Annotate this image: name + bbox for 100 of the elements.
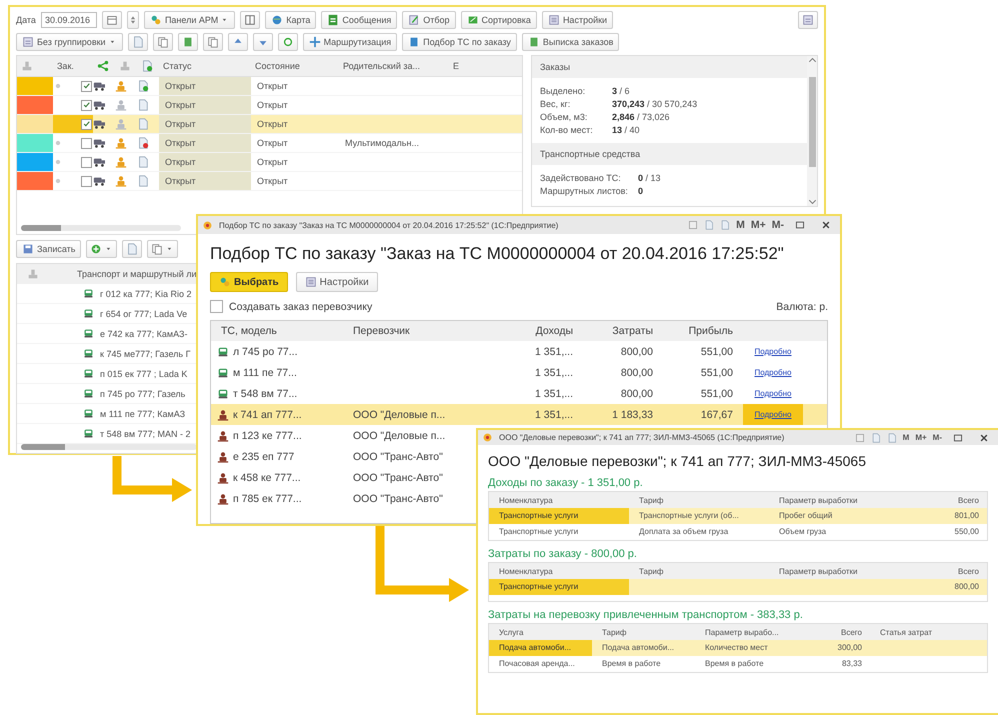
- filter-button[interactable]: Отбор: [402, 11, 456, 29]
- copy-button[interactable]: [202, 33, 223, 51]
- document-button[interactable]: [128, 33, 148, 51]
- details-link[interactable]: Подробно: [743, 368, 803, 377]
- scrollbar[interactable]: [21, 444, 197, 450]
- table-row[interactable]: Транспортные услуги Доплата за объем груза Объем груза 550,00: [489, 524, 987, 540]
- table-cell-text: м 111 пе 77...: [233, 366, 298, 378]
- table-row[interactable]: к 458 ке 777... ООО "Транс-Авто": [211, 467, 473, 488]
- checkbox[interactable]: [81, 138, 92, 148]
- table-row[interactable]: Открыт Открыт: [17, 172, 522, 191]
- routing-button[interactable]: Маршрутизация: [302, 33, 398, 51]
- table-row[interactable]: Почасовая аренда... Время в работе Время в работе 83,33: [489, 656, 987, 672]
- details-link[interactable]: Подробно: [743, 389, 803, 398]
- scrollbar[interactable]: [21, 225, 181, 231]
- memory-button[interactable]: M-: [772, 219, 784, 231]
- refresh-icon: [282, 36, 294, 48]
- table-cell: г 654 ог 777; Lada Ve: [100, 308, 188, 318]
- table-row[interactable]: Подача автомоби... Подача автомоби... Количество мест 300,00: [489, 640, 987, 656]
- messages-button[interactable]: Сообщения: [321, 11, 398, 29]
- table-row[interactable]: л 745 ро 77... 1 351,... 800,00 551,00 Подробно: [211, 341, 827, 362]
- table-cell-text: Открыт: [256, 138, 289, 148]
- table-row[interactable]: Открыт Открыт Мультимодальн...: [17, 134, 522, 153]
- settings-button[interactable]: [798, 11, 818, 29]
- document-button[interactable]: [122, 240, 142, 258]
- table-row[interactable]: Открыт Открыт: [17, 115, 522, 134]
- memory-button[interactable]: M: [736, 219, 745, 231]
- checkbox[interactable]: [210, 300, 223, 313]
- table-row[interactable]: Транспортные услуги Транспортные услуги (об... Пробег общий 801,00: [489, 508, 987, 524]
- summary-value: 370,243 / 30 570,243: [612, 99, 698, 109]
- table-cell-text: 800,00: [620, 366, 654, 378]
- memory-button[interactable]: M+: [750, 219, 766, 231]
- sort-button[interactable]: Сортировка: [460, 11, 537, 29]
- column-header: Номенклатура: [498, 496, 554, 504]
- checkbox[interactable]: [81, 156, 92, 168]
- settings-button[interactable]: Настройки: [296, 272, 378, 292]
- checkbox[interactable]: [81, 100, 92, 110]
- document-button[interactable]: [178, 33, 198, 51]
- grouping-button[interactable]: Без группировки: [16, 33, 123, 51]
- table-row[interactable]: п 123 ке 777... ООО "Деловые п...: [211, 425, 473, 446]
- table-cell-text: 1 183,33: [611, 408, 654, 420]
- table-row[interactable]: е 235 еп 777 ООО "Транс-Авто": [211, 446, 473, 467]
- window-icon: [854, 432, 865, 442]
- orders-statement-button[interactable]: Выписка заказов: [522, 33, 620, 51]
- move-up-button[interactable]: [228, 33, 248, 51]
- table-cell-text: ООО "Деловые п...: [353, 408, 446, 420]
- checkbox-label: Создавать заказ перевозчику: [229, 300, 372, 312]
- column-header: Номенклатура: [498, 566, 554, 576]
- table-row[interactable]: Транспортные услуги 800,00: [489, 579, 987, 595]
- calendar-button[interactable]: [102, 11, 122, 29]
- settings-button[interactable]: Настройки: [542, 11, 614, 29]
- details-link[interactable]: Подробно: [743, 347, 803, 356]
- bus-icon: [83, 288, 94, 299]
- table-row[interactable]: Открыт Открыт: [17, 77, 522, 96]
- document-button[interactable]: [147, 240, 178, 258]
- table-row[interactable]: т 548 вм 77... 1 351,... 800,00 551,00 Подробно: [211, 383, 827, 404]
- list-icon: [802, 14, 814, 26]
- section-title: Затраты по заказу - 800,00 р.: [487, 547, 638, 562]
- summary-value: 0 / 13: [638, 173, 662, 183]
- memory-button[interactable]: M-: [932, 433, 942, 442]
- table-row[interactable]: п 785 ек 777... ООО "Транс-Авто": [211, 488, 473, 509]
- table-cell-text: Открыт: [256, 176, 289, 186]
- save-button[interactable]: Записать: [16, 240, 82, 258]
- table-row[interactable]: к 741 ап 777... ООО "Деловые п... 1 351,... 1 183,33 167,67 Подробно: [211, 404, 827, 425]
- column-header: Всего: [957, 566, 980, 576]
- table-row[interactable]: м 111 пе 77... 1 351,... 800,00 551,00 Подробно: [211, 362, 827, 383]
- map-button[interactable]: Карта: [265, 11, 316, 29]
- table-cell: Открыт: [159, 96, 251, 114]
- checkbox[interactable]: [81, 80, 92, 92]
- table-cell: Открыт: [159, 115, 251, 133]
- spin-button[interactable]: [126, 11, 139, 29]
- refresh-button[interactable]: [278, 33, 298, 51]
- table-cell-text: Объем груза: [778, 526, 828, 538]
- table-cell-text: к 458 ке 777...: [233, 472, 302, 484]
- summary-label: Маршрутных листов:: [540, 186, 629, 196]
- details-link[interactable]: Подробно: [743, 404, 803, 425]
- table-row[interactable]: Открыт Открыт: [17, 153, 522, 172]
- restore-icon: [795, 220, 805, 230]
- panel-icon: [150, 14, 162, 26]
- column-header: Доходы: [534, 325, 574, 337]
- add-button[interactable]: [86, 240, 118, 258]
- scrollbar[interactable]: [807, 56, 817, 206]
- bus-icon: [83, 328, 94, 339]
- column-header: Прибыль: [688, 325, 734, 337]
- memory-button[interactable]: M: [902, 433, 910, 442]
- memory-button[interactable]: M+: [915, 433, 927, 442]
- move-down-button[interactable]: [252, 33, 273, 51]
- table-cell-text: Открыт: [256, 157, 289, 167]
- select-button[interactable]: Выбрать: [210, 272, 288, 292]
- vehicle-selection-button[interactable]: Подбор ТС по заказу: [402, 33, 517, 51]
- table-cell: Открыт: [159, 77, 251, 95]
- app-icon: [202, 220, 213, 230]
- copy-button[interactable]: [152, 33, 173, 51]
- panels-button[interactable]: Панели АРМ: [144, 11, 236, 29]
- summary-label: Вес, кг:: [540, 99, 572, 109]
- checkbox[interactable]: [81, 118, 92, 130]
- copy-icon: [206, 36, 219, 48]
- date-field[interactable]: 30.09.2016: [40, 12, 97, 28]
- checkbox[interactable]: [81, 176, 92, 186]
- columns-button[interactable]: [240, 11, 260, 29]
- bus-icon: [83, 348, 94, 359]
